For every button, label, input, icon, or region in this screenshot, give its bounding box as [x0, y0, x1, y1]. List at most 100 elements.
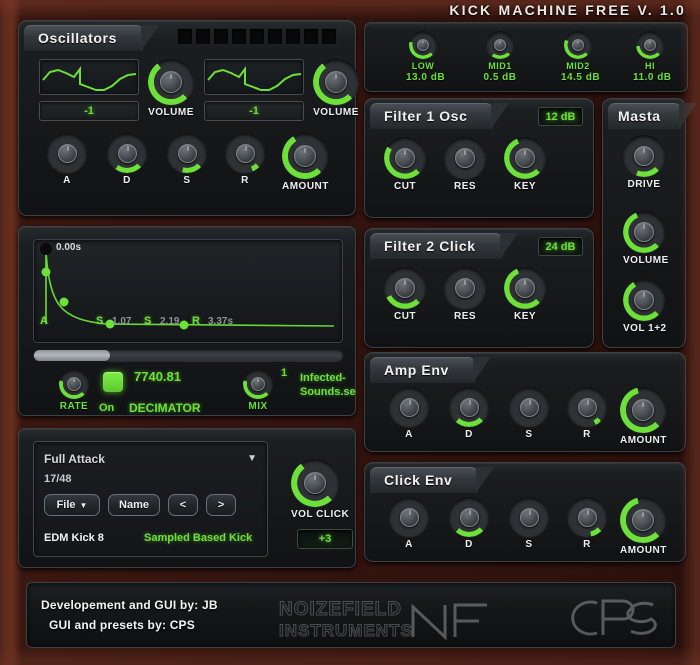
filter2-key[interactable]: KEY: [504, 267, 546, 322]
filter1-res-dial[interactable]: [444, 137, 486, 179]
filter2-cut-dial[interactable]: [384, 267, 426, 309]
vol-click-label: VOL CLICK: [291, 509, 347, 520]
osc-env-r-dial[interactable]: [225, 133, 265, 173]
masta-drive[interactable]: DRIVE: [623, 135, 665, 190]
next-preset-button[interactable]: >: [206, 494, 236, 516]
name-button[interactable]: Name: [108, 494, 160, 516]
click-env-s[interactable]: S: [509, 497, 549, 550]
osc-env-a[interactable]: A: [47, 133, 87, 186]
filter2-res[interactable]: RES: [444, 267, 486, 322]
osc2-waveform-display[interactable]: [204, 59, 304, 95]
filter1-cut[interactable]: CUT: [384, 137, 426, 192]
masta-vol-1-2-dial[interactable]: [623, 279, 665, 321]
osc1-waveform-display[interactable]: [39, 59, 139, 95]
vol-click-display[interactable]: +3: [297, 529, 353, 549]
filter1-slope-display[interactable]: 12 dB: [538, 107, 583, 126]
click-env-a-dial[interactable]: [389, 497, 429, 537]
eq-mid2-dial[interactable]: [564, 31, 592, 59]
decimator-rate-knob[interactable]: RATE: [51, 369, 97, 412]
click-env-header: Click Env: [370, 467, 478, 493]
osc-env-d-dial[interactable]: [107, 133, 147, 173]
osc2-volume-dial[interactable]: [313, 59, 359, 105]
masta-drive-dial[interactable]: [623, 135, 665, 177]
filter2-cut-label: CUT: [384, 311, 426, 322]
osc-env-amount-dial[interactable]: [282, 133, 328, 179]
vol-click-dial[interactable]: [291, 459, 339, 507]
click-env-d[interactable]: D: [449, 497, 489, 550]
osc-env-r[interactable]: R: [225, 133, 265, 186]
click-env-amount-dial[interactable]: [620, 497, 666, 543]
osc1-value-display[interactable]: -1: [39, 101, 139, 121]
decimator-rate-dial[interactable]: [59, 369, 89, 399]
envelope-marker-0[interactable]: A: [40, 315, 48, 327]
filter1-cut-dial[interactable]: [384, 137, 426, 179]
amp-env-amount-dial[interactable]: [620, 387, 666, 433]
masta-drive-label: DRIVE: [623, 179, 665, 190]
decimator-mix-knob[interactable]: MIX: [238, 369, 278, 412]
click-env-r[interactable]: R: [567, 497, 607, 550]
amp-env-amount[interactable]: AMOUNT: [620, 387, 666, 446]
masta-volume-dial[interactable]: [623, 211, 665, 253]
decimator-frequency[interactable]: 7740.81: [134, 369, 181, 384]
decimator-mix-dial[interactable]: [243, 369, 273, 399]
amp-env-r-dial[interactable]: [567, 387, 607, 427]
envelope-graph[interactable]: 0.00s AS1.07S2.19R3.37s: [33, 239, 343, 343]
envelope-marker-3[interactable]: R: [192, 315, 200, 327]
osc-env-amount[interactable]: AMOUNT: [282, 133, 328, 192]
click-env-amount[interactable]: AMOUNT: [620, 497, 666, 556]
filter2-key-dial[interactable]: [504, 267, 546, 309]
filter2-slope-display[interactable]: 24 dB: [538, 237, 583, 256]
amp-env-a[interactable]: A: [389, 387, 429, 440]
eq-band-hi[interactable]: HI11.0 dB: [633, 31, 667, 83]
decimator-on-toggle[interactable]: [103, 372, 123, 392]
osc1-volume-dial[interactable]: [148, 59, 194, 105]
filter2-cut[interactable]: CUT: [384, 267, 426, 322]
osc2-volume-knob[interactable]: VOLUME: [308, 59, 364, 118]
osc-env-a-dial[interactable]: [47, 133, 87, 173]
amp-env-a-dial[interactable]: [389, 387, 429, 427]
osc-env-s-label: S: [167, 175, 207, 186]
click-env-d-dial[interactable]: [449, 497, 489, 537]
website-link[interactable]: Infected-Sounds.se: [300, 371, 362, 399]
kick-name: EDM Kick 8: [44, 532, 104, 544]
envelope-scroll-thumb[interactable]: [34, 350, 110, 361]
click-env-r-dial[interactable]: [567, 497, 607, 537]
plugin-window: KICK MACHINE FREE V. 1.0 Oscillators -1 …: [0, 0, 700, 665]
amp-env-r[interactable]: R: [567, 387, 607, 440]
click-env-a[interactable]: A: [389, 497, 429, 550]
filter2-res-dial[interactable]: [444, 267, 486, 309]
filter1-res[interactable]: RES: [444, 137, 486, 192]
eq-band-mid2[interactable]: MID214.5 dB: [561, 31, 595, 83]
led-segment: [213, 28, 229, 45]
amp-env-s[interactable]: S: [509, 387, 549, 440]
amp-env-d-dial[interactable]: [449, 387, 489, 427]
masta-volume[interactable]: VOLUME: [623, 211, 665, 266]
eq-mid1-dial[interactable]: [486, 31, 514, 59]
envelope-marker-2[interactable]: S: [144, 315, 151, 327]
eq-low-dial[interactable]: [409, 31, 437, 59]
osc2-value-display[interactable]: -1: [204, 101, 304, 121]
previous-preset-button[interactable]: <: [168, 494, 198, 516]
amp-env-d[interactable]: D: [449, 387, 489, 440]
vol-click-knob[interactable]: VOL CLICK: [283, 459, 347, 520]
filter1-key[interactable]: KEY: [504, 137, 546, 192]
osc1-volume-knob[interactable]: VOLUME: [143, 59, 199, 118]
filter1-key-label: KEY: [504, 181, 546, 192]
osc-env-d[interactable]: D: [107, 133, 147, 186]
current-preset-name[interactable]: Full Attack: [44, 452, 105, 466]
masta-vol-1-2[interactable]: VOL 1+2: [623, 279, 665, 334]
click-env-s-dial[interactable]: [509, 497, 549, 537]
filter1-key-dial[interactable]: [504, 137, 546, 179]
envelope-scrollbar[interactable]: [33, 349, 343, 362]
osc-env-s[interactable]: S: [167, 133, 207, 186]
eq-band-mid1[interactable]: MID10.5 dB: [483, 31, 517, 83]
eq-hi-dial[interactable]: [636, 31, 664, 59]
filter2-header-label: Filter 2 Click: [384, 238, 476, 254]
envelope-marker-1[interactable]: S: [96, 315, 103, 327]
chevron-down-icon[interactable]: ▼: [247, 453, 257, 464]
file-button[interactable]: File ▼: [44, 494, 100, 516]
amp-env-s-dial[interactable]: [509, 387, 549, 427]
osc-env-s-dial[interactable]: [167, 133, 207, 173]
eq-band-low[interactable]: LOW13.0 dB: [406, 31, 440, 83]
click-env-s-label: S: [509, 539, 549, 550]
